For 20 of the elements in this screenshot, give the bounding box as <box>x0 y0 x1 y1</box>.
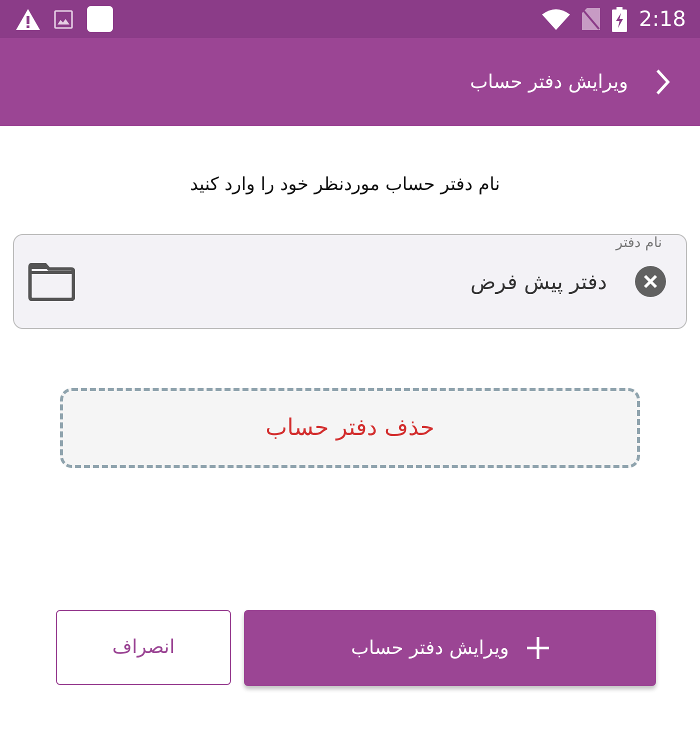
cancel-button[interactable]: انصراف <box>56 610 231 685</box>
battery-charging-icon <box>612 6 627 32</box>
no-sim-icon <box>582 8 600 30</box>
back-button[interactable] <box>656 69 670 95</box>
folder-icon[interactable] <box>28 262 75 300</box>
chevron-icon <box>656 69 670 95</box>
wifi-icon <box>542 8 570 30</box>
name-input[interactable]: دفتر پیش فرض <box>103 266 607 298</box>
edit-account-button[interactable]: ویرایش دفتر حساب <box>244 610 656 686</box>
notification-square-icon <box>87 6 113 32</box>
status-time: 2:18 <box>638 8 686 30</box>
delete-account-button[interactable]: حذف دفتر حساب <box>60 388 640 468</box>
page-title: ویرایش دفتر حساب <box>470 70 628 95</box>
clear-icon[interactable] <box>635 266 666 297</box>
plus-icon <box>526 637 549 659</box>
instruction-text: نام دفتر حساب موردنظر خود را وارد کنید <box>190 173 500 197</box>
field-label: نام دفتر <box>616 235 662 251</box>
warning-icon <box>16 8 40 30</box>
name-field[interactable]: نام دفتر دفتر پیش فرض <box>13 234 687 329</box>
image-icon <box>54 10 73 28</box>
